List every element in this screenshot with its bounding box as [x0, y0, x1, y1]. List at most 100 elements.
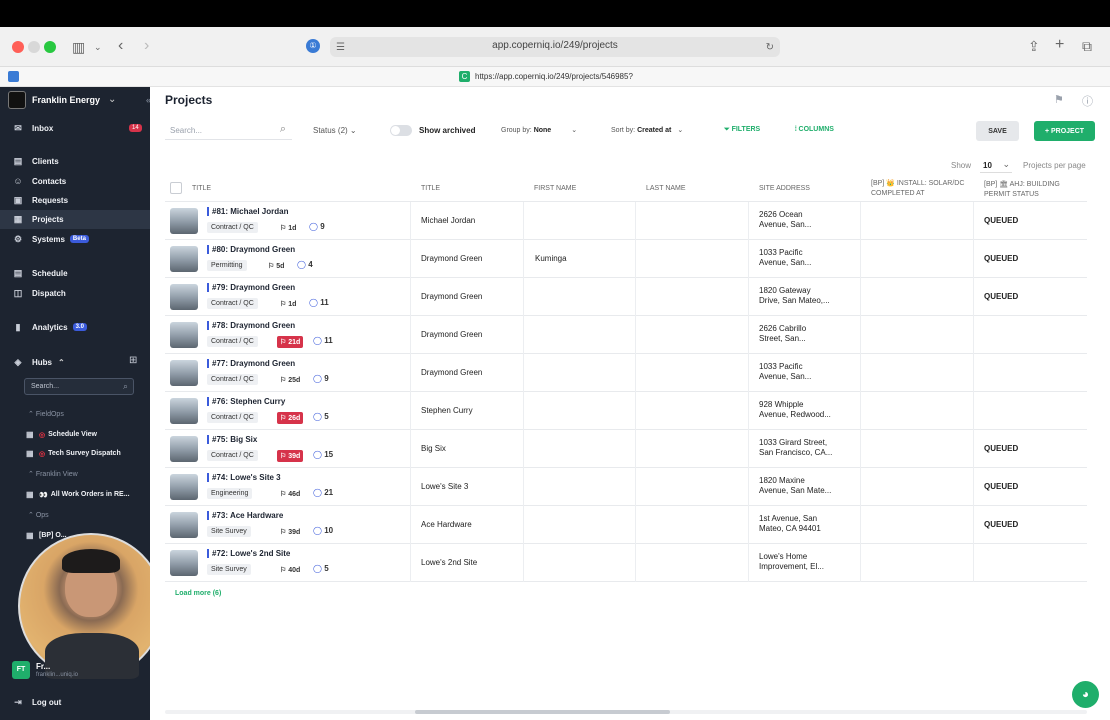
column-header-site-address[interactable]: SITE ADDRESS	[759, 185, 810, 192]
work-orders-value: 4	[308, 260, 313, 269]
site-address-line2: Street, San...	[759, 334, 806, 343]
per-page-select[interactable]: 10 ⌄	[980, 159, 1012, 173]
table-row[interactable]: #79: Draymond Green Contract / QC ⚐ 1d ◯ 11…	[165, 278, 1087, 316]
table-row[interactable]: #77: Draymond Green Contract / QC ⚐ 25d ◯ 9…	[165, 354, 1087, 392]
project-name-link[interactable]: #73: Ace Hardware	[207, 511, 283, 520]
add-project-button[interactable]: + PROJECT	[1034, 121, 1095, 141]
column-header-title-2[interactable]: TITLE	[421, 185, 440, 192]
search-input[interactable]: Search... ⌕	[165, 122, 292, 140]
flag-icon: ⚐	[280, 301, 287, 308]
table-row[interactable]: #76: Stephen Curry Contract / QC ⚐ 26d ◯ 5 S…	[165, 392, 1087, 430]
page-title: Projects	[165, 93, 213, 107]
new-tab-icon[interactable]: +	[1055, 37, 1064, 53]
minimize-window-button[interactable]	[28, 41, 40, 53]
close-window-button[interactable]	[12, 41, 24, 53]
sidebar-item-hubs[interactable]: ◈ Hubs ⌃	[12, 354, 65, 370]
announcement-icon[interactable]: ⚑	[1054, 93, 1064, 106]
project-name-link[interactable]: #72: Lowe's 2nd Site	[207, 549, 290, 558]
select-all-checkbox[interactable]	[170, 182, 182, 194]
logout-button[interactable]: ⇥ Log out	[12, 694, 61, 710]
column-separator	[523, 544, 524, 582]
back-icon[interactable]: ‹	[118, 38, 123, 54]
permit-status-cell: QUEUED	[984, 292, 1019, 301]
password-manager-icon[interactable]: ①	[306, 39, 320, 53]
column-separator	[748, 468, 749, 506]
chevron-down-icon[interactable]: ⌄	[94, 40, 102, 54]
site-address-line1: 1st Avenue, San	[759, 514, 818, 523]
reload-icon[interactable]: ↻	[766, 41, 774, 55]
share-icon[interactable]: ⇪	[1028, 39, 1040, 53]
column-separator	[748, 506, 749, 544]
table-row[interactable]: #81: Michael Jordan Contract / QC ⚐ 1d ◯ 9 M…	[165, 202, 1087, 240]
site-address-line2: Avenue, San...	[759, 258, 812, 267]
group-by-select[interactable]: Group by: None ⌄	[501, 126, 577, 134]
flag-icon: ⚐	[280, 339, 287, 346]
table-row[interactable]: #75: Big Six Contract / QC ⚐ 39d ◯ 15 Big Si…	[165, 430, 1087, 468]
project-name-link[interactable]: #76: Stephen Curry	[207, 397, 285, 406]
hub-group-franklin-view[interactable]: ⌃ Franklin View	[28, 470, 78, 478]
project-name-link[interactable]: #78: Draymond Green	[207, 321, 295, 330]
project-name-link[interactable]: #81: Michael Jordan	[207, 207, 288, 216]
tab-url[interactable]: https://app.coperniq.io/249/projects/546…	[475, 72, 633, 81]
table-row[interactable]: #80: Draymond Green Permitting ⚐ 5d ◯ 4 Dray…	[165, 240, 1087, 278]
chevron-down-icon[interactable]: ⌄	[108, 94, 116, 105]
hub-schedule-view[interactable]: ▦ ◎ Schedule View	[26, 430, 97, 439]
hub-search-input[interactable]: Search... ⌕	[24, 378, 134, 395]
hub-group-fieldops[interactable]: ⌃ FieldOps	[28, 410, 64, 418]
sidebar-toggle-icon[interactable]: ▥	[72, 40, 85, 54]
site-address-line2: Mateo, CA 94401	[759, 524, 821, 533]
sidebar-item-clients[interactable]: ▤ Clients	[12, 153, 59, 169]
project-name-link[interactable]: #80: Draymond Green	[207, 245, 295, 254]
table-row[interactable]: #78: Draymond Green Contract / QC ⚐ 21d ◯ 1…	[165, 316, 1087, 354]
sidebar-item-contacts[interactable]: ☺ Contacts	[12, 173, 66, 189]
load-more-button[interactable]: Load more (6)	[175, 590, 221, 597]
column-separator	[748, 202, 749, 240]
hub-tech-survey-dispatch[interactable]: ▦ ◎ Tech Survey Dispatch	[26, 449, 121, 458]
table-row[interactable]: #73: Ace Hardware Site Survey ⚐ 39d ◯ 10 Ace…	[165, 506, 1087, 544]
sidebar-item-analytics[interactable]: ▮ Analytics 3.0	[12, 319, 87, 335]
status-filter[interactable]: Status (2) ⌄	[313, 126, 357, 135]
chat-icon[interactable]: ◕	[1072, 681, 1099, 708]
column-header-title[interactable]: TITLE	[192, 185, 211, 192]
sort-by-select[interactable]: Sort by: Created at ⌄	[611, 126, 683, 134]
table-row[interactable]: #74: Lowe's Site 3 Engineering ⚐ 46d ◯ 21 Lo…	[165, 468, 1087, 506]
scrollbar-thumb[interactable]	[415, 710, 670, 714]
logout-label: Log out	[32, 697, 62, 707]
work-orders-value: 9	[320, 222, 325, 231]
sidebar-item-systems[interactable]: ⚙ Systems Beta	[12, 231, 89, 247]
add-folder-icon[interactable]: ⊞	[129, 355, 137, 366]
sidebar-item-dispatch[interactable]: ◫ Dispatch	[12, 285, 66, 301]
horizontal-scrollbar[interactable]	[165, 710, 1087, 714]
chevron-up-icon[interactable]: ⌃	[58, 358, 65, 367]
column-header-first-name[interactable]: FIRST NAME	[534, 185, 576, 192]
sidebar-item-requests[interactable]: ▣ Requests	[12, 192, 68, 208]
help-icon[interactable]: ⓘ	[1082, 93, 1093, 109]
column-header-permit-status[interactable]: [BP] 🏛 AHJ: BUILDING PERMIT STATUS	[984, 180, 1088, 200]
show-archived-toggle[interactable]	[390, 125, 412, 136]
address-bar[interactable]: ☰ app.coperniq.io/249/projects ↻	[330, 37, 780, 57]
column-header-last-name[interactable]: LAST NAME	[646, 185, 686, 192]
column-separator	[973, 278, 974, 316]
forward-icon[interactable]: ›	[144, 38, 149, 54]
columns-button[interactable]: ⦙ COLUMNS	[795, 126, 834, 134]
project-name-link[interactable]: #74: Lowe's Site 3	[207, 473, 281, 482]
work-orders-count: ◯ 11	[309, 298, 329, 307]
sidebar-item-inbox[interactable]: ✉ Inbox	[12, 120, 53, 136]
column-header-install-completed[interactable]: [BP] 👑 INSTALL: SOLAR/DC COMPLETED AT	[871, 179, 975, 199]
project-name-link[interactable]: #75: Big Six	[207, 435, 257, 444]
circle-icon: ◯	[313, 564, 322, 573]
hub-all-work-orders[interactable]: ▦ 👀 All Work Orders in RE...	[26, 490, 130, 499]
hub-group-ops[interactable]: ⌃ Ops	[28, 511, 49, 519]
tab-overview-icon[interactable]: ⧉	[1082, 39, 1092, 53]
save-button[interactable]: SAVE	[976, 121, 1019, 141]
project-name-link[interactable]: #79: Draymond Green	[207, 283, 295, 292]
avatar[interactable]: FT	[12, 661, 30, 679]
maximize-window-button[interactable]	[44, 41, 56, 53]
filters-button[interactable]: ⏷ FILTERS	[724, 126, 760, 134]
sidebar-item-schedule[interactable]: ▤ Schedule	[12, 265, 68, 281]
calendar-app-icon[interactable]	[8, 71, 19, 82]
sidebar-item-projects[interactable]: ▦ Projects	[12, 211, 64, 227]
table-row[interactable]: #72: Lowe's 2nd Site Site Survey ⚐ 40d ◯ 5 L…	[165, 544, 1087, 582]
company-name[interactable]: Franklin Energy	[32, 95, 100, 105]
project-name-link[interactable]: #77: Draymond Green	[207, 359, 295, 368]
